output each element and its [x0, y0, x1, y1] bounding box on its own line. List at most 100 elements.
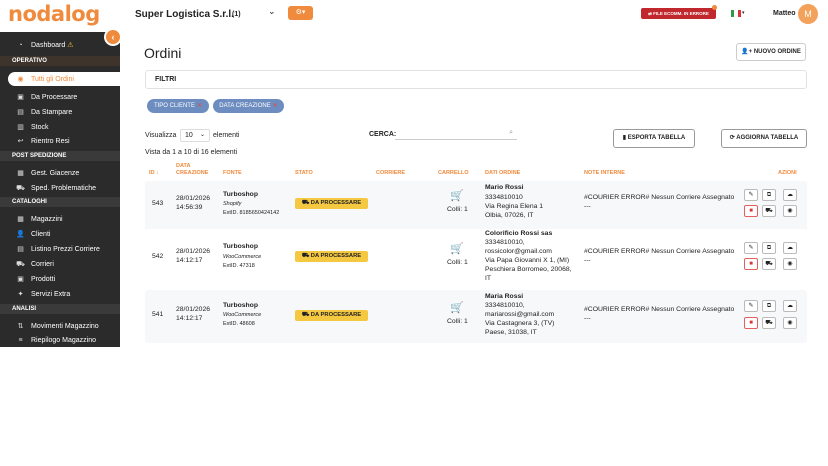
- sidebar-item-clients[interactable]: 👤 Clienti: [0, 227, 120, 241]
- sidebar-item-label: Stock: [31, 123, 49, 131]
- sidebar-item-label: Tutti gli Ordini: [31, 75, 74, 83]
- chevron-down-icon[interactable]: ⌄: [268, 6, 276, 17]
- sidebar-item-problem-shipments[interactable]: ⛟ Sped. Problematiche: [0, 181, 120, 195]
- header-actions: AZIONI: [778, 170, 797, 176]
- status-label: DA PROCESSARE: [310, 253, 362, 259]
- sidebar-item-courier-prices[interactable]: ▤ Listino Prezzi Corriere: [0, 242, 120, 256]
- shipment-icon[interactable]: ⛟: [762, 205, 776, 217]
- sidebar-item-couriers[interactable]: ⛟ Corrieri: [0, 257, 120, 271]
- export-table-button[interactable]: ▮ ESPORTA TABELLA: [613, 129, 695, 148]
- table-row[interactable]: 542 28/01/2026 14:12:17 Turboshop WooCom…: [145, 229, 807, 287]
- ecommerce-error-files-button[interactable]: ⇄ FILE ECOMM. IN ERRORE: [641, 8, 716, 19]
- sidebar: ◔ Dashboard ⚠ OPERATIVO ◉ Tutti gli Ordini …: [0, 32, 120, 347]
- company-name[interactable]: Super Logistica S.r.l.: [135, 9, 234, 20]
- shipment-icon[interactable]: ⛟: [762, 258, 776, 270]
- status-badge[interactable]: ⛟ DA PROCESSARE: [295, 310, 368, 321]
- header-courier[interactable]: CORRIERE: [376, 170, 405, 177]
- edit-icon[interactable]: ✎: [744, 300, 758, 312]
- sidebar-item-stock-summary[interactable]: ≡ Riepilogo Magazzino: [0, 334, 120, 346]
- internal-note-extra: ---: [584, 257, 591, 264]
- company-count: (1): [232, 11, 241, 18]
- filter-chip-creation-date[interactable]: DATA CREAZIONE ✕: [213, 99, 284, 113]
- internal-note: #COURIER ERROR# Nessun Corriere Assegnat…: [584, 194, 735, 201]
- view-icon[interactable]: ◉: [783, 205, 797, 217]
- cart-check-icon[interactable]: 🛒: [450, 242, 464, 255]
- sidebar-item-stock-management[interactable]: ▦ Gest. Giacenze: [0, 166, 120, 180]
- users-icon: 👤: [16, 231, 25, 238]
- truck-icon: ⛟: [16, 184, 25, 192]
- copy-icon[interactable]: ⧉: [762, 242, 776, 254]
- status-badge[interactable]: ⛟ DA PROCESSARE: [295, 251, 368, 262]
- italy-flag-icon[interactable]: [731, 10, 741, 17]
- order-id: 542: [152, 253, 164, 260]
- table-row[interactable]: 543 28/01/2026 14:56:39 Turboshop Shopif…: [145, 181, 807, 234]
- chevron-down-icon: ⌄: [199, 132, 205, 138]
- cloud-icon[interactable]: ☁: [783, 189, 797, 201]
- close-icon[interactable]: ✕: [273, 103, 278, 109]
- sidebar-item-label: Da Processare: [31, 93, 78, 101]
- customer-name: Colorificio Rossi sas: [485, 230, 553, 237]
- search-input[interactable]: ⌕: [395, 129, 517, 140]
- sidebar-item-to-process[interactable]: ▣ Da Processare: [0, 90, 120, 104]
- cloud-icon[interactable]: ☁: [783, 300, 797, 312]
- header-status[interactable]: STATO: [295, 170, 313, 177]
- sidebar-item-dashboard[interactable]: ◔ Dashboard ⚠: [0, 38, 120, 52]
- sidebar-item-extra-services[interactable]: ✦ Servizi Extra: [0, 287, 120, 301]
- language-chevron-icon[interactable]: ▾: [742, 10, 745, 16]
- header-creation[interactable]: DATA CREAZIONE: [176, 163, 208, 177]
- dashboard-icon: ◔: [18, 41, 23, 49]
- header-notes[interactable]: NOTE INTERNE: [584, 170, 625, 177]
- status-label: DA PROCESSARE: [310, 312, 362, 318]
- view-icon[interactable]: ◉: [783, 258, 797, 270]
- internal-note: #COURIER ERROR# Nessun Corriere Assegnat…: [584, 248, 735, 255]
- delete-icon[interactable]: ■: [744, 205, 758, 217]
- edit-icon[interactable]: ✎: [744, 189, 758, 201]
- refresh-label: AGGIORNA TABELLA: [736, 135, 799, 141]
- cloud-icon[interactable]: ☁: [783, 242, 797, 254]
- filters-panel[interactable]: FILTRI: [145, 70, 807, 89]
- copy-icon[interactable]: ⧉: [762, 300, 776, 312]
- filter-chip-client-type[interactable]: TIPO CLIENTE ✕: [147, 99, 209, 113]
- sidebar-item-label: Da Stampare: [31, 108, 73, 116]
- creation-date: 28/01/2026: [176, 306, 211, 313]
- creation-date: 28/01/2026: [176, 195, 211, 202]
- sidebar-item-label: Listino Prezzi Corriere: [31, 245, 100, 253]
- sidebar-item-stock[interactable]: ▥ Stock: [0, 120, 120, 134]
- sort-desc-icon: ↓: [156, 170, 159, 176]
- sidebar-item-to-print[interactable]: ▤ Da Stampare: [0, 105, 120, 119]
- settings-dropdown-button[interactable]: ⚙▾: [288, 6, 313, 20]
- new-order-button[interactable]: 👤+ NUOVO ORDINE: [736, 43, 806, 61]
- user-name[interactable]: Matteo: [773, 10, 796, 17]
- customer-address: Via Regina Elena 1: [485, 203, 544, 210]
- shipment-icon[interactable]: ⛟: [762, 317, 776, 329]
- sidebar-item-warehouses[interactable]: ▦ Magazzini: [0, 212, 120, 226]
- view-icon[interactable]: ◉: [783, 317, 797, 329]
- page-size-select[interactable]: 10 ⌄: [180, 129, 210, 142]
- delete-icon[interactable]: ■: [744, 317, 758, 329]
- delete-icon[interactable]: ■: [744, 258, 758, 270]
- new-order-label: NUOVO ORDINE: [753, 49, 801, 55]
- header-order-data[interactable]: DATI ORDINE: [485, 170, 520, 177]
- creation-date: 28/01/2026: [176, 248, 211, 255]
- copy-icon[interactable]: ⧉: [762, 189, 776, 201]
- close-icon[interactable]: ✕: [197, 103, 202, 109]
- cart-check-icon[interactable]: 🛒: [450, 189, 464, 202]
- table-row[interactable]: 541 28/01/2026 14:12:17 Turboshop WooCom…: [145, 290, 807, 343]
- sidebar-collapse-button[interactable]: ‹: [104, 28, 122, 46]
- avatar[interactable]: M: [798, 4, 818, 24]
- header-id[interactable]: ID ↓: [149, 170, 159, 177]
- sidebar-item-all-orders[interactable]: ◉ Tutti gli Ordini: [8, 72, 120, 86]
- chip-label: DATA CREAZIONE: [219, 103, 271, 109]
- edit-icon[interactable]: ✎: [744, 242, 758, 254]
- status-badge[interactable]: ⛟ DA PROCESSARE: [295, 198, 368, 209]
- refresh-table-button[interactable]: ⟳ AGGIORNA TABELLA: [721, 129, 807, 148]
- sidebar-item-returns[interactable]: ↩ Rientro Resi: [0, 134, 120, 148]
- app-logo[interactable]: nodalog: [8, 2, 100, 26]
- storage-icon: ▦: [17, 170, 24, 177]
- header-cart[interactable]: CARRELLO: [438, 170, 469, 177]
- sidebar-section-cataloghi: CATALOGHI: [0, 197, 120, 207]
- sidebar-item-products[interactable]: ▣ Prodotti: [0, 272, 120, 286]
- header-source[interactable]: FONTE: [223, 170, 242, 177]
- cart-check-icon[interactable]: 🛒: [450, 301, 464, 314]
- sidebar-item-stock-movements[interactable]: ⇅ Movimenti Magazzino: [0, 319, 120, 333]
